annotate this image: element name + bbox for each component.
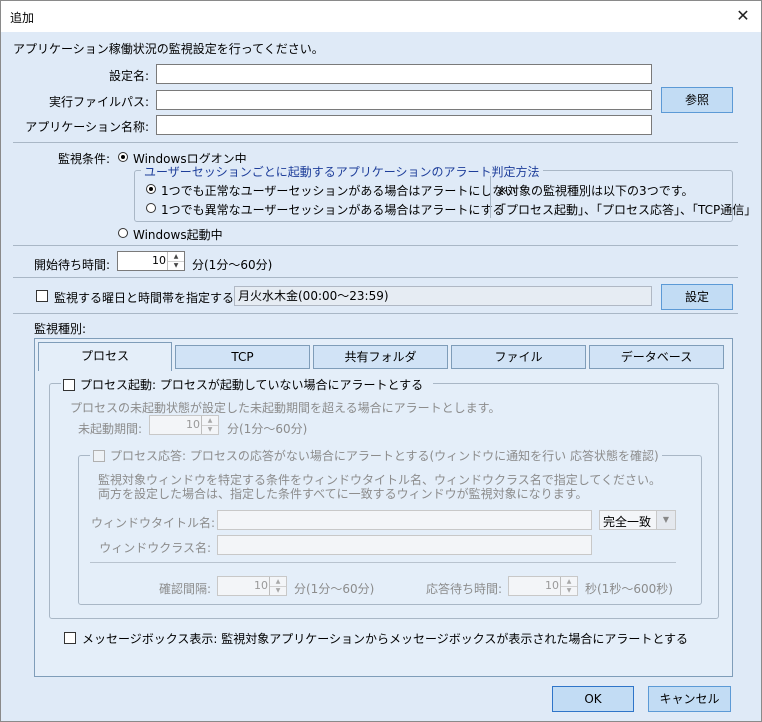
any-abnormal-radio-label[interactable]: 1つでも異常なユーザーセッションがある場合はアラートにする	[161, 201, 505, 218]
browse-button[interactable]: 参照	[661, 87, 733, 113]
app-name-label: アプリケーション名称:	[25, 120, 149, 134]
any-abnormal-radio[interactable]	[146, 203, 156, 213]
process-response-legend: プロセス応答: プロセスの応答がない場合にアラートとする(ウィンドウに通知を行い…	[90, 447, 662, 464]
close-button[interactable]: ✕	[731, 5, 755, 27]
response-wait-label: 応答待ち時間:	[426, 582, 503, 596]
process-response-checkbox[interactable]	[93, 450, 105, 462]
response-wait-value: 10	[545, 579, 559, 592]
cancel-button[interactable]: キャンセル	[648, 686, 731, 712]
start-wait-unit: 分(1分〜60分)	[192, 258, 273, 272]
start-wait-value: 10	[152, 254, 166, 267]
process-response-label[interactable]: プロセス応答: プロセスの応答がない場合にアラートとする(ウィンドウに通知を行い…	[110, 449, 659, 463]
window-class-label: ウィンドウクラス名:	[99, 541, 211, 555]
start-wait-spinner[interactable]: 10 ▲ ▼	[117, 251, 185, 271]
startup-radio[interactable]	[118, 228, 128, 238]
tab-database[interactable]: データベース	[589, 345, 724, 369]
spin-down-icon[interactable]: ▼	[202, 425, 218, 434]
check-interval-label: 確認間隔:	[159, 582, 212, 596]
schedule-settings-button[interactable]: 設定	[661, 284, 733, 310]
response-desc-2: 両方を設定した場合は、指定した条件すべてに一致するウィンドウが監視対象になります…	[98, 487, 588, 501]
window-title-label: ウィンドウタイトル名:	[91, 516, 216, 530]
tab-file[interactable]: ファイル	[451, 345, 586, 369]
monitor-condition-label: 監視条件:	[58, 152, 111, 166]
note-divider	[490, 176, 491, 218]
separator	[13, 142, 738, 143]
intro-text: アプリケーション稼働状況の監視設定を行ってください。	[13, 42, 324, 56]
tab-shared-folder[interactable]: 共有フォルダ	[313, 345, 448, 369]
any-normal-radio-label[interactable]: 1つでも正常なユーザーセッションがある場合はアラートにしない	[161, 182, 516, 199]
setting-name-label: 設定名:	[108, 69, 149, 83]
startup-radio-label[interactable]: Windows起動中	[133, 226, 223, 243]
title-bar: 追加 ✕	[1, 1, 761, 32]
separator	[90, 562, 676, 563]
schedule-checkbox-label[interactable]: 監視する曜日と時間帯を指定する:	[54, 289, 238, 306]
monitor-type-label: 監視種別:	[34, 322, 87, 336]
response-wait-spinner[interactable]: 10 ▲ ▼	[508, 576, 578, 596]
ok-button[interactable]: OK	[552, 686, 634, 712]
not-started-unit: 分(1分〜60分)	[227, 422, 308, 436]
exe-path-input[interactable]	[156, 90, 652, 110]
process-start-checkbox[interactable]	[63, 379, 75, 391]
check-interval-value: 10	[254, 579, 268, 592]
window-class-input[interactable]	[217, 535, 592, 555]
msgbox-checkbox[interactable]	[64, 632, 76, 644]
check-interval-spinner[interactable]: 10 ▲ ▼	[217, 576, 287, 596]
separator	[13, 245, 738, 246]
any-normal-radio[interactable]	[146, 184, 156, 194]
response-wait-unit: 秒(1秒〜600秒)	[585, 582, 673, 596]
note-line-2: 「プロセス起動」、「プロセス応答」、「TCP通信」	[494, 203, 757, 217]
spin-down-icon[interactable]: ▼	[270, 586, 286, 595]
app-name-input[interactable]	[156, 115, 652, 135]
chevron-down-icon[interactable]: ▼	[656, 511, 675, 529]
process-start-desc: プロセスの未起動状態が設定した未起動期間を超える場合にアラートとします。	[70, 401, 501, 415]
add-dialog: 追加 ✕ アプリケーション稼働状況の監視設定を行ってください。 設定名: 実行フ…	[0, 0, 762, 722]
start-wait-label: 開始待ち時間:	[34, 258, 111, 272]
logon-radio[interactable]	[118, 152, 128, 162]
match-type-value: 完全一致	[603, 515, 652, 529]
setting-name-input[interactable]	[156, 64, 652, 84]
not-started-label: 未起動期間:	[78, 422, 143, 436]
msgbox-label[interactable]: メッセージボックス表示: 監視対象アプリケーションからメッセージボックスが表示さ…	[82, 630, 688, 647]
separator	[13, 277, 738, 278]
dialog-title: 追加	[10, 11, 35, 25]
schedule-value: 月火水木金(00:00〜23:59)	[234, 286, 652, 306]
not-started-spinner[interactable]: 10 ▲ ▼	[149, 415, 219, 435]
window-title-input[interactable]	[217, 510, 592, 530]
spin-down-icon[interactable]: ▼	[168, 261, 184, 270]
separator	[13, 313, 738, 314]
session-alert-group-title: ユーザーセッションごとに起動するアプリケーションのアラート判定方法	[141, 163, 543, 180]
spin-down-icon[interactable]: ▼	[561, 586, 577, 595]
process-start-legend: プロセス起動: プロセスが起動していない場合にアラートとする	[61, 376, 434, 393]
tab-tcp[interactable]: TCP	[175, 345, 310, 369]
check-interval-unit: 分(1分〜60分)	[294, 582, 375, 596]
tab-process[interactable]: プロセス	[38, 342, 172, 371]
note-line-1: ※対象の監視種別は以下の3つです。	[497, 184, 694, 198]
schedule-checkbox[interactable]	[36, 290, 48, 302]
process-start-label[interactable]: プロセス起動: プロセスが起動していない場合にアラートとする	[80, 378, 423, 392]
exe-path-label: 実行ファイルパス:	[48, 95, 149, 109]
match-type-select[interactable]: 完全一致 ▼	[599, 510, 676, 530]
not-started-value: 10	[186, 418, 200, 431]
